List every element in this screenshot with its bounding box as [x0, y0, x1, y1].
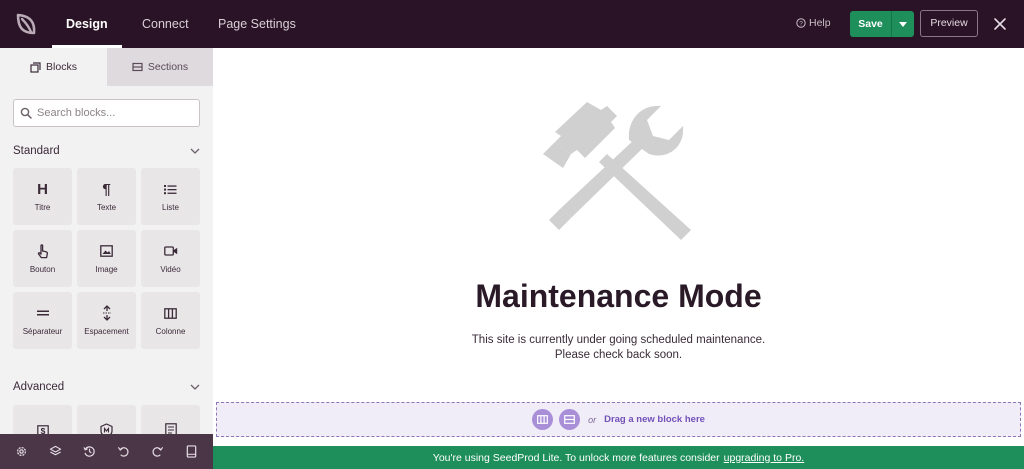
tab-design[interactable]: Design [52, 0, 122, 48]
history-button[interactable] [80, 443, 98, 461]
list-icon [164, 181, 177, 197]
columns-icon [537, 415, 548, 424]
upgrade-banner-text: You're using SeedProd Lite. To unlock mo… [432, 451, 720, 464]
page-title: Maintenance Mode [475, 278, 762, 314]
pointer-icon [37, 243, 49, 259]
video-icon [163, 243, 178, 259]
device-preview-icon [187, 445, 197, 458]
block-label: Colonne [155, 327, 186, 336]
undo-button[interactable] [115, 443, 133, 461]
advanced-blocks-grid: $ [13, 405, 201, 434]
settings-button[interactable] [12, 443, 30, 461]
block-label: Image [95, 265, 118, 274]
block-divider[interactable]: Séparateur [13, 292, 72, 349]
close-icon[interactable] [992, 16, 1008, 32]
search-icon [20, 107, 32, 119]
block-label: Bouton [29, 265, 56, 274]
maintenance-message-line1: This site is currently under going sched… [471, 334, 766, 346]
device-preview-button[interactable] [183, 443, 201, 461]
svg-text:?: ? [799, 21, 803, 28]
layers-button[interactable] [46, 443, 64, 461]
search-box [13, 99, 200, 127]
heading-icon: H [37, 180, 48, 198]
block-label: Séparateur [22, 327, 63, 336]
sections-icon [564, 415, 575, 424]
tab-connect[interactable]: Connect [142, 0, 189, 48]
sidebar-tab-sections[interactable]: Sections [107, 48, 213, 86]
dropzone-hint: Drag a new block here [604, 414, 705, 425]
block-spacer[interactable]: Espacement [77, 292, 136, 349]
maintenance-message-line2: Please check back soon. [554, 349, 683, 361]
seedprod-leaf-icon[interactable] [14, 11, 40, 37]
settings-icon [16, 446, 26, 457]
tab-page-settings[interactable]: Page Settings [218, 0, 296, 48]
save-button-group: Save [850, 11, 914, 37]
layers-icon [49, 445, 61, 456]
undo-icon [117, 447, 129, 457]
chevron-down-icon [190, 148, 200, 154]
form-icon [164, 422, 177, 434]
block-dropzone[interactable]: or Drag a new block here [216, 402, 1021, 437]
sidebar-tab-blocks-label: Blocks [46, 61, 77, 73]
sidebar-tab-blocks[interactable]: Blocks [0, 48, 107, 86]
blocks-sidebar: Blocks Sections Standard H Titre ¶ Texte [0, 48, 213, 434]
save-button[interactable]: Save [850, 11, 892, 37]
help-icon: ? [796, 18, 806, 28]
group-standard-header[interactable]: Standard [13, 142, 200, 160]
add-section-button[interactable] [559, 409, 581, 430]
dropzone-or: or [588, 414, 597, 425]
tools-icon [543, 102, 691, 240]
svg-text:$: $ [40, 426, 45, 434]
blocks-icon [30, 61, 41, 73]
chevron-down-icon [190, 384, 200, 390]
sections-icon [132, 62, 143, 72]
group-advanced-title: Advanced [13, 381, 65, 393]
dollar-icon: $ [36, 423, 49, 434]
redo-button[interactable] [149, 443, 167, 461]
bottom-toolbar [0, 434, 213, 469]
help-label: Help [809, 17, 831, 29]
block-pricing[interactable]: $ [13, 405, 72, 434]
block-list[interactable]: Liste [141, 168, 200, 225]
shield-icon [100, 422, 113, 434]
block-label: Espacement [84, 327, 129, 336]
block-image[interactable]: Image [77, 230, 136, 287]
caret-down-icon [899, 21, 907, 27]
save-options-button[interactable] [892, 11, 914, 37]
standard-blocks-grid: H Titre ¶ Texte Liste Bouton Image Vidéo… [13, 168, 201, 349]
add-columns-button[interactable] [532, 409, 554, 430]
block-badge[interactable] [77, 405, 136, 434]
top-bar: Design Connect Page Settings ? Help Save… [0, 0, 1024, 48]
group-standard-title: Standard [13, 145, 60, 157]
block-heading[interactable]: H Titre [13, 168, 72, 225]
paragraph-icon: ¶ [102, 180, 111, 198]
help-link[interactable]: ? Help [796, 17, 831, 29]
redo-icon [152, 447, 164, 457]
block-form[interactable] [141, 405, 200, 434]
sidebar-tab-sections-label: Sections [147, 61, 189, 73]
search-blocks-input[interactable] [37, 107, 187, 119]
block-label: Texte [96, 203, 117, 212]
block-text[interactable]: ¶ Texte [77, 168, 136, 225]
block-video[interactable]: Vidéo [141, 230, 200, 287]
block-columns[interactable]: Colonne [141, 292, 200, 349]
group-advanced-header[interactable]: Advanced [13, 378, 200, 396]
divider-icon [36, 305, 49, 321]
image-icon [100, 243, 113, 259]
upgrade-link[interactable]: upgrading to Pro. [724, 452, 805, 464]
preview-button[interactable]: Preview [920, 10, 978, 37]
block-label: Vidéo [160, 265, 181, 274]
history-icon [83, 446, 95, 457]
spacer-icon [102, 305, 112, 321]
block-label: Liste [162, 203, 179, 212]
columns-icon [164, 305, 177, 321]
block-button[interactable]: Bouton [13, 230, 72, 287]
block-label: Titre [34, 203, 51, 212]
upgrade-banner: You're using SeedProd Lite. To unlock mo… [213, 446, 1024, 469]
